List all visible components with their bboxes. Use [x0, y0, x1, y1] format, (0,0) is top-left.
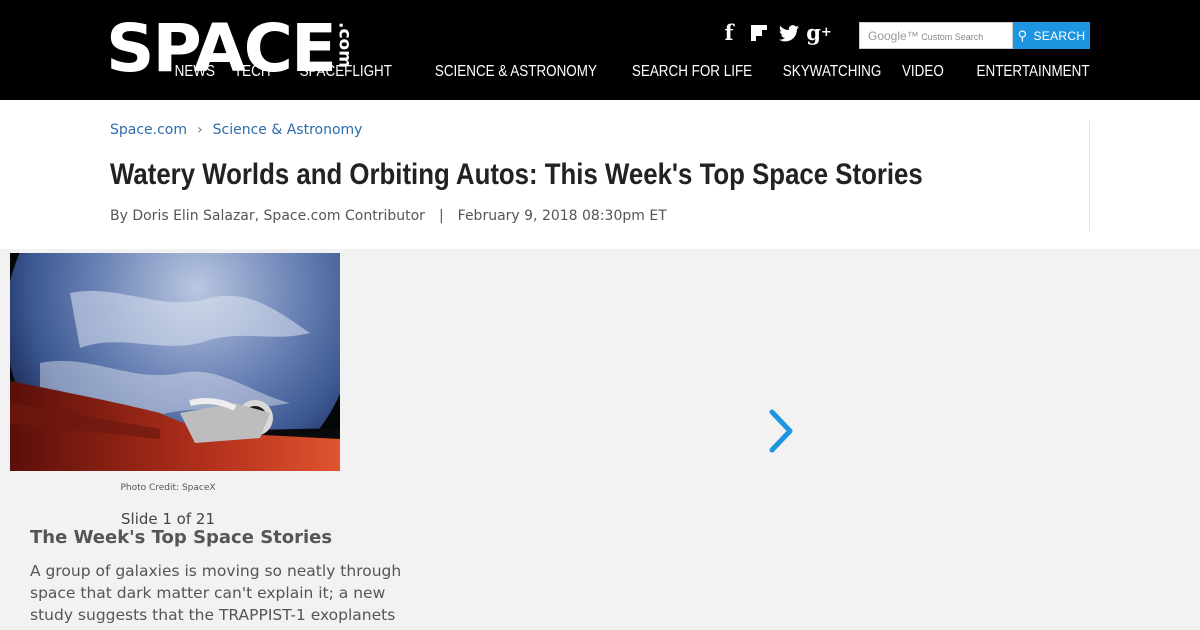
- twitter-icon[interactable]: [774, 20, 804, 46]
- divider: [1089, 121, 1090, 231]
- nav-tech[interactable]: TECH: [234, 60, 271, 84]
- search-brand: Google™: [868, 29, 919, 43]
- slide-title: The Week's Top Space Stories: [30, 527, 333, 548]
- byline: By Doris Elin Salazar, Space.com Contrib…: [110, 208, 667, 224]
- article-header: Space.com › Science & Astronomy Watery W…: [0, 100, 1200, 249]
- search-icon: ⚲: [1017, 28, 1028, 43]
- slide-image[interactable]: [10, 253, 340, 471]
- breadcrumb: Space.com › Science & Astronomy: [110, 122, 362, 138]
- nav-news[interactable]: NEWS: [174, 60, 214, 84]
- search-input[interactable]: Google™ Custom Search: [859, 22, 1013, 49]
- facebook-icon[interactable]: f: [714, 20, 744, 46]
- search-placeholder: Custom Search: [921, 32, 984, 42]
- main-nav: NEWS TECH SPACEFLIGHT SCIENCE & ASTRONOM…: [167, 60, 1090, 84]
- chevron-right-icon: [769, 409, 793, 453]
- search-button-label: SEARCH: [1033, 29, 1086, 43]
- photo-credit: Photo Credit: SpaceX: [120, 483, 216, 493]
- google-plus-icon[interactable]: g+: [804, 20, 834, 46]
- flipboard-icon[interactable]: [744, 20, 774, 46]
- social-links: f g+: [714, 20, 834, 46]
- breadcrumb-home[interactable]: Space.com: [110, 122, 187, 138]
- breadcrumb-section[interactable]: Science & Astronomy: [213, 122, 363, 138]
- author: By Doris Elin Salazar, Space.com Contrib…: [110, 208, 425, 224]
- chevron-right-icon: ›: [197, 122, 203, 138]
- byline-separator: |: [438, 208, 444, 224]
- nav-spaceflight[interactable]: SPACEFLIGHT: [300, 60, 392, 84]
- nav-video[interactable]: VIDEO: [902, 60, 944, 84]
- publish-date: February 9, 2018 08:30pm ET: [457, 208, 667, 224]
- nav-search-for-life[interactable]: SEARCH FOR LIFE: [632, 60, 752, 84]
- nav-skywatching[interactable]: SKYWATCHING: [783, 60, 882, 84]
- slide-description: A group of galaxies is moving so neatly …: [30, 562, 402, 624]
- page-title: Watery Worlds and Orbiting Autos: This W…: [110, 158, 923, 191]
- nav-entertainment[interactable]: ENTERTAINMENT: [977, 60, 1090, 84]
- nav-science-astronomy[interactable]: SCIENCE & ASTRONOMY: [435, 60, 597, 84]
- slide-counter: Slide 1 of 21: [121, 510, 215, 528]
- site-header: SPACE .com f g+ Google™ Custom Search ⚲ S…: [0, 0, 1200, 100]
- next-slide-button[interactable]: [762, 406, 802, 456]
- search-button[interactable]: ⚲ SEARCH: [1013, 22, 1090, 49]
